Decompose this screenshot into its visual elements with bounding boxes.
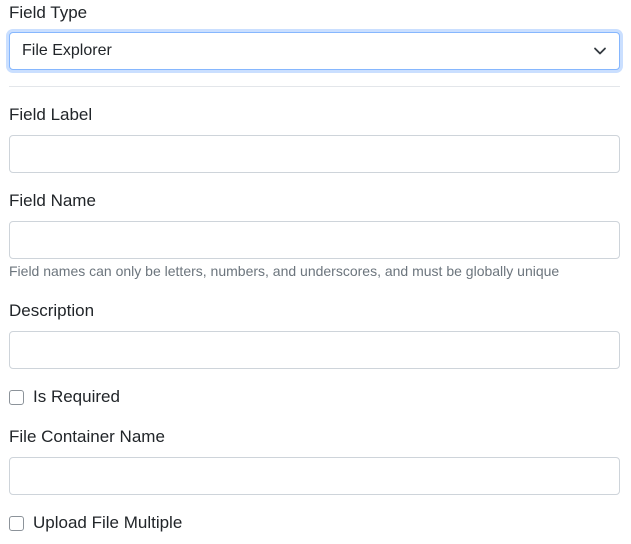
field-label-input[interactable] [9,135,620,173]
description-label: Description [9,301,95,320]
file-container-name-label: File Container Name [9,427,165,446]
chevron-down-icon [593,44,607,58]
field-type-label: Field Type [9,3,88,22]
section-divider [9,86,620,87]
field-label-label: Field Label [9,105,93,124]
file-container-name-input[interactable] [9,457,620,495]
field-type-selected-value: File Explorer [22,42,112,59]
field-name-help-text: Field names can only be letters, numbers… [9,263,560,279]
description-input[interactable] [9,331,620,369]
upload-file-multiple-label: Upload File Multiple [33,513,183,532]
is-required-label: Is Required [33,387,120,406]
field-type-select[interactable]: File Explorer [9,32,620,70]
upload-file-multiple-checkbox[interactable] [9,515,24,531]
is-required-row[interactable]: Is Required [9,386,120,408]
field-name-input[interactable] [9,221,620,259]
field-name-label: Field Name [9,191,96,210]
is-required-checkbox[interactable] [9,389,24,405]
upload-file-multiple-row[interactable]: Upload File Multiple [9,512,182,534]
